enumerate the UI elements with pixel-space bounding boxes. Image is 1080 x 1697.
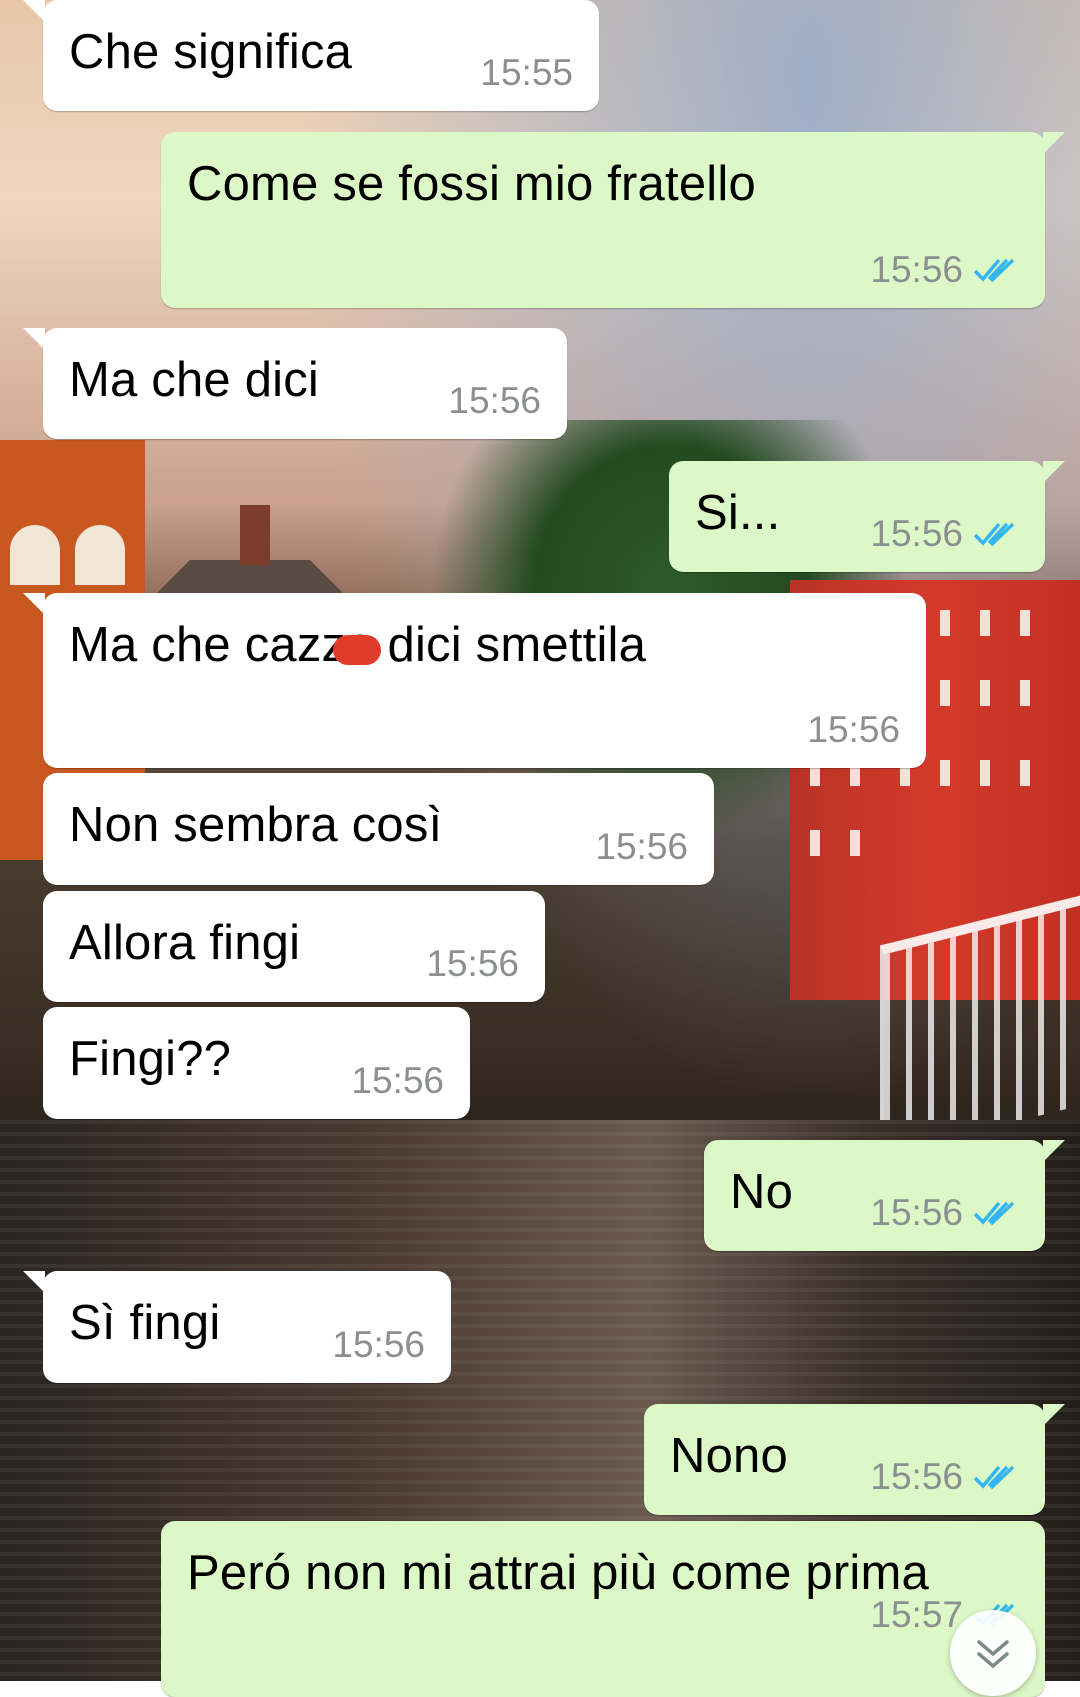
message-incoming[interactable]: Ma che dici 15:56 (23, 328, 567, 439)
message-time: 15:56 (426, 943, 519, 984)
message-text: Peró non mi attrai più come prima (187, 1546, 929, 1600)
message-meta: 15:56 (351, 1061, 444, 1101)
wallpaper-chimney (240, 505, 270, 565)
message-time: 15:56 (448, 380, 541, 421)
message-time: 15:56 (870, 249, 963, 290)
message-text: Allora fingi (69, 916, 301, 970)
message-meta: 15:55 (480, 53, 573, 93)
message-time: 15:57 (870, 1594, 963, 1635)
chevron-double-down-icon (977, 1640, 1009, 1669)
message-meta: 15:56 (870, 1193, 1019, 1233)
message-incoming[interactable]: Sì fingi 15:56 (23, 1271, 451, 1383)
message-text: Ma che dici (69, 353, 320, 407)
message-outgoing[interactable]: Nono 15:56 (644, 1404, 1065, 1515)
message-meta: 15:56 (426, 944, 519, 984)
message-meta: 15:56 (595, 827, 688, 867)
message-incoming[interactable]: Che significa 15:55 (23, 0, 599, 111)
read-ticks-icon (973, 258, 1015, 283)
message-text: Sì fingi (69, 1296, 221, 1350)
red-censor-mark (333, 635, 381, 665)
message-meta: 15:56 (332, 1325, 425, 1365)
message-incoming[interactable]: Allora fingi 15:56 (43, 891, 545, 1002)
message-text: Che significa (69, 25, 353, 79)
message-incoming[interactable]: Fingi?? 15:56 (43, 1007, 470, 1119)
read-ticks-icon (973, 1201, 1015, 1226)
message-time: 15:56 (870, 1456, 963, 1497)
message-meta: 15:56 (870, 250, 1019, 290)
message-outgoing[interactable]: Peró non mi attrai più come prima 15:57 (161, 1521, 1045, 1697)
message-outgoing[interactable]: Come se fossi mio fratello 15:56 (161, 132, 1065, 308)
message-incoming[interactable]: Non sembra così 15:56 (43, 773, 714, 885)
message-outgoing[interactable]: No 15:56 (704, 1140, 1065, 1251)
message-meta: 15:56 (870, 1457, 1019, 1497)
message-text: Come se fossi mio fratello (187, 157, 756, 211)
message-time: 15:55 (480, 52, 573, 93)
message-text: No (730, 1165, 794, 1219)
message-time: 15:56 (351, 1060, 444, 1101)
message-meta: 15:56 (448, 381, 541, 421)
message-time: 15:56 (870, 1192, 963, 1233)
scroll-to-bottom-button[interactable] (950, 1610, 1036, 1696)
read-ticks-icon (973, 522, 1015, 547)
message-text: Non sembra così (69, 798, 443, 852)
read-ticks-icon (973, 1465, 1015, 1490)
message-time: 15:56 (870, 513, 963, 554)
message-time: 15:56 (595, 826, 688, 867)
message-outgoing[interactable]: Si... 15:56 (669, 461, 1065, 572)
message-text: Si... (695, 486, 781, 540)
message-incoming[interactable]: Ma che cazzo dici smettila 15:56 (23, 593, 926, 768)
message-meta: 15:56 (870, 514, 1019, 554)
message-time: 15:56 (807, 709, 900, 750)
message-meta: 15:56 (807, 710, 900, 750)
message-text: Fingi?? (69, 1032, 232, 1086)
message-text: Nono (670, 1429, 788, 1483)
message-time: 15:56 (332, 1324, 425, 1365)
